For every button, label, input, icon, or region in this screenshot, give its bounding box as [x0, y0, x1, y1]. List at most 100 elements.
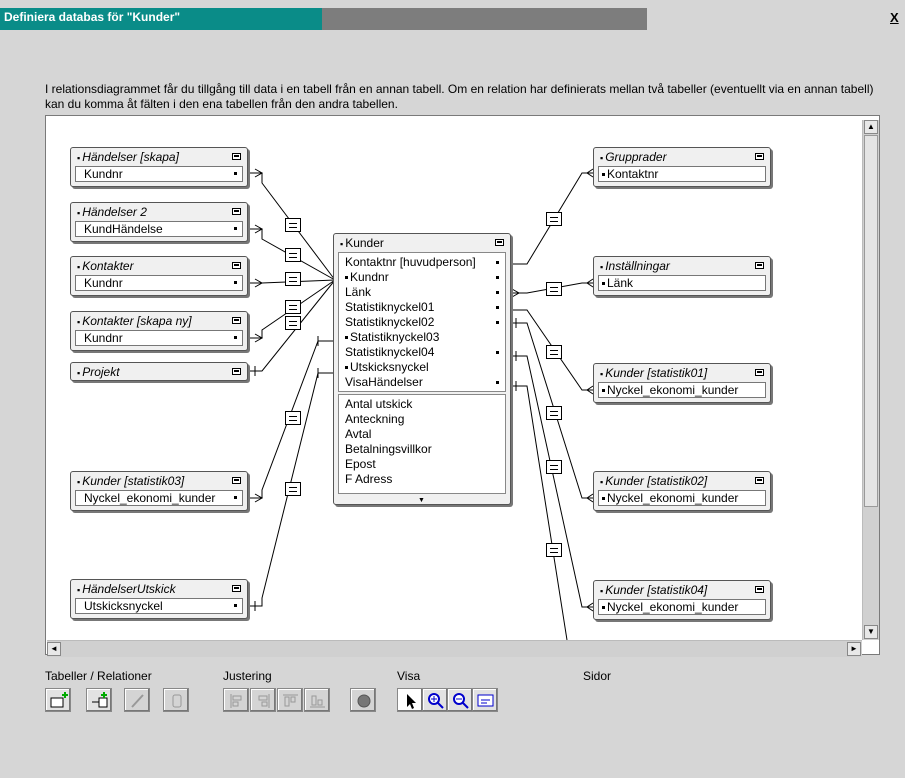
add-table-button[interactable]: [45, 688, 71, 712]
join-equals-icon[interactable]: [285, 482, 301, 496]
table-field[interactable]: KundHändelse: [75, 221, 243, 237]
fit-window-icon: [477, 694, 494, 707]
join-equals-icon[interactable]: [546, 345, 562, 359]
delete-button[interactable]: [163, 688, 189, 712]
table-projekt[interactable]: ▪ Projekt: [70, 362, 248, 381]
field-row[interactable]: Betalningsvillkor: [345, 442, 505, 457]
field-row[interactable]: Anteckning: [345, 412, 505, 427]
table-field[interactable]: Nyckel_ekonomi_kunder: [598, 382, 766, 398]
field-row[interactable]: Avtal: [345, 427, 505, 442]
relation-line: [511, 355, 598, 608]
fit-window-button[interactable]: [472, 688, 498, 712]
table-field[interactable]: Kundnr: [75, 330, 243, 346]
align-top-button[interactable]: [277, 688, 303, 712]
join-equals-icon[interactable]: [546, 212, 562, 226]
collapse-icon[interactable]: [755, 477, 764, 484]
table-grupprader[interactable]: ▪ Grupprader Kontaktnr: [593, 147, 771, 187]
other-field-list[interactable]: Antal utskick Anteckning Avtal Betalning…: [338, 394, 506, 494]
table-title: Grupprader: [605, 150, 667, 164]
join-equals-icon[interactable]: [285, 411, 301, 425]
join-equals-icon[interactable]: [285, 248, 301, 262]
table-kunder-statistik01[interactable]: ▪ Kunder [statistik01] Nyckel_ekonomi_kun…: [593, 363, 771, 403]
field-row[interactable]: Utskicksnyckel: [345, 360, 505, 375]
vertical-scroll-thumb[interactable]: [864, 135, 878, 507]
align-bottom-button[interactable]: [304, 688, 330, 712]
vertical-scrollbar[interactable]: ▲ ▼: [862, 120, 879, 640]
join-equals-icon[interactable]: [546, 543, 562, 557]
scroll-down-icon[interactable]: ▼: [418, 497, 428, 504]
table-field[interactable]: Utskicksnyckel: [75, 598, 243, 614]
table-title: Inställningar: [605, 259, 670, 273]
join-equals-icon[interactable]: [285, 316, 301, 330]
align-right-button[interactable]: [250, 688, 276, 712]
field-row[interactable]: Epost: [345, 457, 505, 472]
table-kunder-statistik03[interactable]: ▪ Kunder [statistik03] Nyckel_ekonomi_kun…: [70, 471, 248, 511]
edit-button[interactable]: [124, 688, 150, 712]
field-row[interactable]: Statistiknyckel01: [345, 300, 505, 315]
group-label-align: Justering: [223, 669, 272, 683]
field-row[interactable]: Kontaktnr [huvudperson]: [345, 255, 505, 270]
collapse-icon[interactable]: [755, 262, 764, 269]
join-equals-icon[interactable]: [546, 282, 562, 296]
field-row[interactable]: Antal utskick: [345, 397, 505, 412]
add-table-icon: [50, 692, 68, 708]
zoom-out-button[interactable]: [447, 688, 473, 712]
table-handelser-skapa[interactable]: ▪ Händelser [skapa] Kundnr: [70, 147, 248, 187]
join-equals-icon[interactable]: [285, 272, 301, 286]
table-title: Projekt: [82, 365, 120, 379]
join-equals-icon[interactable]: [285, 300, 301, 314]
table-installningar[interactable]: ▪ Inställningar Länk: [593, 256, 771, 296]
align-left-button[interactable]: [223, 688, 249, 712]
table-kontakter[interactable]: ▪ Kontakter Kundnr: [70, 256, 248, 296]
table-field[interactable]: Nyckel_ekonomi_kunder: [75, 490, 243, 506]
collapse-icon[interactable]: [232, 317, 241, 324]
color-circle-icon: [357, 694, 371, 708]
join-equals-icon[interactable]: [546, 460, 562, 474]
collapse-icon[interactable]: [755, 153, 764, 160]
join-equals-icon[interactable]: [546, 406, 562, 420]
table-kunder-statistik04[interactable]: ▪ Kunder [statistik04] Nyckel_ekonomi_kun…: [593, 580, 771, 620]
table-field[interactable]: Kontaktnr: [598, 166, 766, 182]
scroll-up-icon[interactable]: ▲: [864, 120, 878, 134]
field-row[interactable]: Länk: [345, 285, 505, 300]
collapse-icon[interactable]: [232, 262, 241, 269]
table-title: Kunder: [345, 236, 384, 250]
field-row[interactable]: Kundnr: [345, 270, 505, 285]
join-equals-icon[interactable]: [285, 218, 301, 232]
table-kunder-statistik02[interactable]: ▪ Kunder [statistik02] Nyckel_ekonomi_kun…: [593, 471, 771, 511]
table-handelser-utskick[interactable]: ▪ HändelserUtskick Utskicksnyckel: [70, 579, 248, 619]
collapse-icon[interactable]: [232, 368, 241, 375]
table-kontakter-skapa-ny[interactable]: ▪ Kontakter [skapa ny] Kundnr: [70, 311, 248, 351]
table-kunder[interactable]: ▪ Kunder Kontaktnr [huvudperson] Kundnr L…: [333, 233, 511, 505]
table-handelser2[interactable]: ▪ Händelser 2 KundHändelse: [70, 202, 248, 242]
add-relation-button[interactable]: [86, 688, 112, 712]
table-field[interactable]: Nyckel_ekonomi_kunder: [598, 599, 766, 615]
collapse-icon[interactable]: [755, 586, 764, 593]
pointer-icon: [407, 694, 416, 709]
scroll-left-icon[interactable]: ◄: [47, 642, 61, 656]
collapse-icon[interactable]: [232, 208, 241, 215]
collapse-icon[interactable]: [232, 153, 241, 160]
collapse-icon[interactable]: [232, 585, 241, 592]
table-field[interactable]: Nyckel_ekonomi_kunder: [598, 490, 766, 506]
field-row[interactable]: VisaHändelser: [345, 375, 505, 390]
table-title: Kontakter [skapa ny]: [82, 314, 192, 328]
trash-icon: [172, 694, 182, 708]
color-button[interactable]: [350, 688, 376, 712]
table-field[interactable]: Kundnr: [75, 166, 243, 182]
table-field[interactable]: Länk: [598, 275, 766, 291]
scroll-down-icon[interactable]: ▼: [864, 625, 878, 639]
table-title: Kunder [statistik01]: [605, 366, 708, 380]
zoom-in-button[interactable]: [422, 688, 448, 712]
field-row[interactable]: Statistiknyckel02: [345, 315, 505, 330]
horizontal-scrollbar[interactable]: ◄ ►: [47, 640, 862, 657]
collapse-icon[interactable]: [495, 239, 504, 246]
table-field[interactable]: Kundnr: [75, 275, 243, 291]
field-row[interactable]: Statistiknyckel04: [345, 345, 505, 360]
scroll-right-icon[interactable]: ►: [847, 642, 861, 656]
field-row[interactable]: Statistiknyckel03: [345, 330, 505, 345]
collapse-icon[interactable]: [232, 477, 241, 484]
select-tool-button[interactable]: [397, 688, 423, 712]
collapse-icon[interactable]: [755, 369, 764, 376]
field-row[interactable]: F Adress: [345, 472, 505, 487]
